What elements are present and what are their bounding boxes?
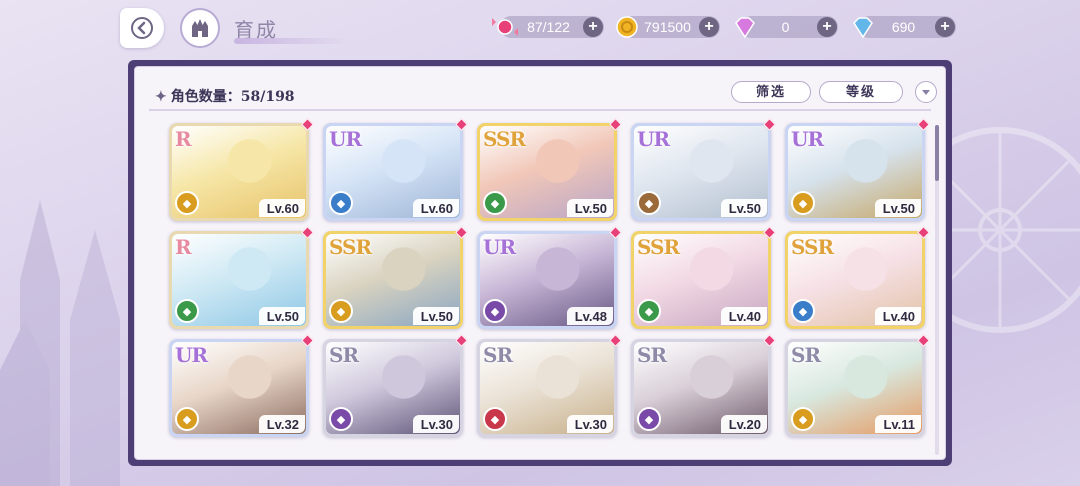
sparkle-icon: ✦ [155, 89, 167, 105]
rarity-badge: R [175, 127, 192, 151]
header-divider [149, 109, 931, 111]
castle-home-icon [192, 19, 208, 37]
add-blue-diamond-button[interactable]: + [935, 17, 955, 37]
attribute-icon: ◆ [483, 299, 507, 323]
level-label: Lv.60 [412, 199, 459, 217]
scrollbar-thumb[interactable] [935, 125, 939, 181]
character-count-label: ✦ 角色数量：58/198 [155, 86, 295, 106]
back-button[interactable] [120, 8, 164, 48]
back-arrow-icon [131, 17, 153, 39]
gold-coin-icon [616, 16, 638, 38]
attribute-icon: ◆ [329, 299, 353, 323]
rarity-badge: SR [637, 343, 667, 367]
home-button[interactable] [180, 8, 220, 48]
add-candy-button[interactable]: + [583, 17, 603, 37]
attribute-icon: ◆ [175, 191, 199, 215]
pink-diamond-icon [735, 17, 755, 39]
level-label: Lv.50 [566, 199, 613, 217]
castle-background-illustration [0, 200, 120, 486]
attribute-icon: ◆ [175, 407, 199, 431]
rarity-badge: UR [791, 127, 824, 151]
character-panel-inner: ✦ 角色数量：58/198 筛选 等级 R ◆ Lv.60 UR ◆ Lv.60 SSR ◆ Lv… [134, 66, 946, 460]
character-card[interactable]: UR ◆ Lv.48 [477, 226, 622, 329]
attribute-icon: ◆ [329, 191, 353, 215]
character-card[interactable]: SR ◆ Lv.30 [323, 334, 468, 437]
character-card[interactable]: SSR ◆ Lv.50 [477, 118, 622, 221]
rarity-badge: SSR [637, 235, 680, 259]
level-label: Lv.20 [720, 415, 767, 433]
rarity-badge: UR [329, 127, 362, 151]
level-label: Lv.32 [258, 415, 305, 433]
level-label: Lv.50 [874, 199, 921, 217]
title-decoration [234, 38, 350, 44]
level-label: Lv.50 [258, 307, 305, 325]
level-label: Lv.60 [258, 199, 305, 217]
rarity-badge: SSR [329, 235, 372, 259]
character-card[interactable]: UR ◆ Lv.60 [323, 118, 468, 221]
level-label: Lv.40 [874, 307, 921, 325]
character-card[interactable]: SSR ◆ Lv.50 [323, 226, 468, 329]
character-card[interactable]: SSR ◆ Lv.40 [631, 226, 776, 329]
level-label: Lv.50 [720, 199, 767, 217]
rarity-badge: UR [175, 343, 208, 367]
level-label: Lv.30 [566, 415, 613, 433]
blue-diamond-icon [853, 17, 873, 39]
character-count-text: 角色数量：58/198 [170, 89, 295, 105]
add-pink-diamond-button[interactable]: + [817, 17, 837, 37]
filter-button[interactable]: 筛选 [731, 81, 811, 103]
attribute-icon: ◆ [175, 299, 199, 323]
attribute-icon: ◆ [791, 407, 815, 431]
character-card[interactable]: UR ◆ Lv.50 [785, 118, 930, 221]
resource-pink-diamond: 0 + [735, 16, 838, 39]
resource-gold: 791500 + [616, 16, 720, 38]
attribute-icon: ◆ [791, 191, 815, 215]
rarity-badge: SR [483, 343, 513, 367]
candy-icon [492, 18, 518, 36]
level-label: Lv.11 [875, 415, 921, 433]
attribute-icon: ◆ [637, 407, 661, 431]
character-panel: ✦ 角色数量：58/198 筛选 等级 R ◆ Lv.60 UR ◆ Lv.60 SSR ◆ Lv… [128, 60, 952, 466]
level-label: Lv.48 [566, 307, 613, 325]
character-card[interactable]: R ◆ Lv.50 [169, 226, 314, 329]
rarity-badge: UR [637, 127, 670, 151]
chevron-down-icon [922, 90, 930, 95]
attribute-icon: ◆ [637, 191, 661, 215]
sort-order-toggle[interactable] [915, 81, 937, 103]
character-card[interactable]: UR ◆ Lv.50 [631, 118, 776, 221]
rarity-badge: SR [329, 343, 359, 367]
character-card[interactable]: SR ◆ Lv.30 [477, 334, 622, 437]
character-card[interactable]: SSR ◆ Lv.40 [785, 226, 930, 329]
resource-blue-diamond: 690 + [853, 16, 956, 39]
character-card[interactable]: UR ◆ Lv.32 [169, 334, 314, 437]
rarity-badge: SSR [791, 235, 834, 259]
level-label: Lv.50 [412, 307, 459, 325]
attribute-icon: ◆ [791, 299, 815, 323]
resource-candy: 87/122 + [492, 16, 604, 38]
attribute-icon: ◆ [637, 299, 661, 323]
character-card[interactable]: R ◆ Lv.60 [169, 118, 314, 221]
attribute-icon: ◆ [329, 407, 353, 431]
level-label: Lv.30 [412, 415, 459, 433]
rarity-badge: UR [483, 235, 516, 259]
scrollbar[interactable] [935, 125, 939, 455]
add-gold-button[interactable]: + [699, 17, 719, 37]
rarity-badge: R [175, 235, 192, 259]
character-card[interactable]: SR ◆ Lv.11 [785, 334, 930, 437]
character-card[interactable]: SR ◆ Lv.20 [631, 334, 776, 437]
character-grid: R ◆ Lv.60 UR ◆ Lv.60 SSR ◆ Lv.50 UR ◆ Lv.50 UR ◆ Lv.50… [169, 118, 930, 459]
attribute-icon: ◆ [483, 191, 507, 215]
level-label: Lv.40 [720, 307, 767, 325]
rarity-badge: SR [791, 343, 821, 367]
sort-level-button[interactable]: 等级 [819, 81, 903, 103]
attribute-icon: ◆ [483, 407, 507, 431]
rarity-badge: SSR [483, 127, 526, 151]
